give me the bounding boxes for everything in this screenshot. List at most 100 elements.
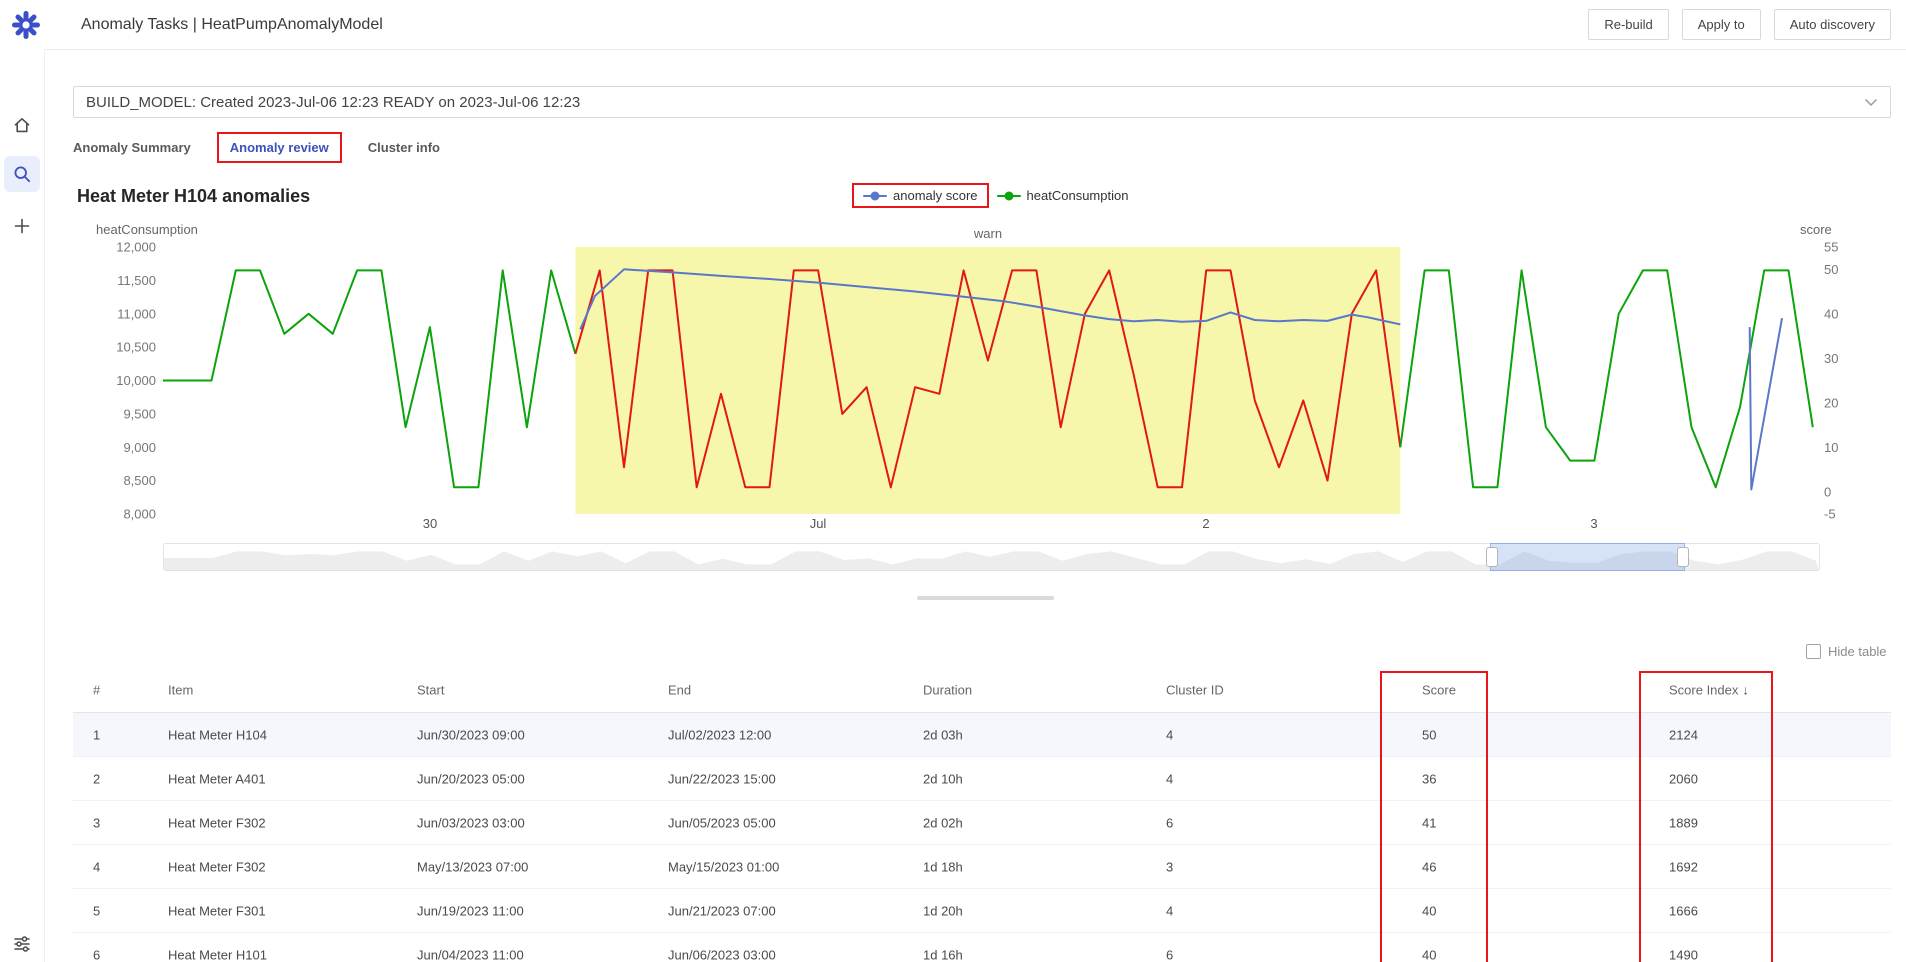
tab-cluster-info[interactable]: Cluster info (368, 140, 440, 155)
anomaly-score-marker-icon (863, 195, 887, 197)
table-row[interactable]: 5Heat Meter F301Jun/19/2023 11:00Jun/21/… (73, 889, 1891, 933)
table-cell: 1889 (1669, 815, 1698, 830)
table-cell: 40 (1422, 947, 1436, 962)
left-axis-tick: 9,000 (123, 440, 156, 455)
left-axis-label: heatConsumption (96, 222, 198, 237)
left-axis-tick: 11,000 (117, 306, 156, 321)
navigator-right-handle[interactable] (1677, 547, 1689, 567)
table-cell: 5 (93, 903, 100, 918)
home-icon-glyph (12, 115, 32, 135)
left-axis-tick: 9,500 (123, 406, 156, 421)
table-row[interactable]: 4Heat Meter F302May/13/2023 07:00May/15/… (73, 845, 1891, 889)
table-cell: 2d 10h (923, 771, 963, 786)
home-icon[interactable] (4, 107, 40, 143)
warn-region (575, 247, 1400, 514)
table-cell: Jun/30/2023 09:00 (417, 727, 525, 742)
hide-table-label[interactable]: Hide table (1828, 644, 1887, 659)
apply-to-button[interactable]: Apply to (1682, 9, 1761, 40)
left-axis-tick: 8,000 (123, 507, 156, 522)
chart-title: Heat Meter H104 anomalies (77, 186, 310, 207)
table-cell: 4 (93, 859, 100, 874)
splitter-handle[interactable] (917, 596, 1054, 600)
table-header-row: # Item Start End Duration Cluster ID Score Scor… (73, 668, 1891, 713)
anomaly-table: # Item Start End Duration Cluster ID Score Scor… (73, 668, 1891, 962)
table-cell: Jun/04/2023 11:00 (417, 947, 524, 962)
column-header-start[interactable]: Start (417, 683, 444, 698)
table-cell: 3 (1166, 859, 1173, 874)
filters-icon[interactable] (4, 926, 40, 962)
table-cell: May/15/2023 01:00 (668, 859, 779, 874)
column-header-duration[interactable]: Duration (923, 683, 972, 698)
tab-anomaly-review[interactable]: Anomaly review (217, 132, 342, 163)
table-cell: 1 (93, 727, 100, 742)
left-axis-tick: 11,500 (117, 273, 156, 288)
column-header--[interactable]: # (93, 683, 100, 698)
table-cell: 2124 (1669, 727, 1698, 742)
model-selector[interactable]: BUILD_MODEL: Created 2023-Jul-06 12:23 R… (73, 86, 1891, 118)
anomaly-chart[interactable]: warnheatConsumptionscore12,00011,50011,0… (0, 220, 1906, 540)
table-cell: Jun/22/2023 15:00 (668, 771, 776, 786)
table-cell: 6 (1166, 815, 1173, 830)
table-row[interactable]: 6Heat Meter H101Jun/04/2023 11:00Jun/06/… (73, 933, 1891, 962)
column-header-item[interactable]: Item (168, 683, 193, 698)
legend-heat-consumption-label: heatConsumption (1027, 188, 1129, 203)
heat-consumption-line (163, 270, 575, 487)
right-axis-tick: 20 (1824, 395, 1838, 410)
chart-navigator[interactable] (163, 543, 1820, 571)
hide-table-control[interactable]: Hide table (1806, 644, 1887, 659)
chart-canvas[interactable]: warnheatConsumptionscore12,00011,50011,0… (0, 220, 1906, 540)
table-cell: 2060 (1669, 771, 1698, 786)
table-row[interactable]: 3Heat Meter F302Jun/03/2023 03:00Jun/05/… (73, 801, 1891, 845)
x-axis-tick: 3 (1590, 516, 1597, 531)
table-cell: Jun/20/2023 05:00 (417, 771, 525, 786)
legend-anomaly-score[interactable]: anomaly score (852, 183, 989, 208)
right-axis-tick: 40 (1824, 306, 1838, 321)
auto-discovery-button[interactable]: Auto discovery (1774, 9, 1891, 40)
table-row[interactable]: 1Heat Meter H104Jun/30/2023 09:00Jul/02/… (73, 713, 1891, 757)
column-header-score[interactable]: Score (1422, 683, 1456, 698)
navigator-selection[interactable] (1490, 543, 1685, 571)
chart-legend: anomaly score heatConsumption (852, 183, 1128, 208)
sort-descending-icon[interactable]: ↓ (1742, 683, 1749, 698)
anomaly-score-line (1750, 318, 1782, 489)
table-cell: 41 (1422, 815, 1436, 830)
table-cell: 1d 18h (923, 859, 963, 874)
tab-anomaly-summary[interactable]: Anomaly Summary (73, 140, 191, 155)
rebuild-button[interactable]: Re-build (1588, 9, 1668, 40)
table-cell: 1490 (1669, 947, 1698, 962)
x-axis-tick: 2 (1202, 516, 1209, 531)
table-cell: 4 (1166, 727, 1173, 742)
left-axis-tick: 8,500 (123, 473, 156, 488)
left-axis-tick: 10,000 (116, 373, 156, 388)
table-cell: 2d 03h (923, 727, 963, 742)
app-logo-icon[interactable] (10, 9, 42, 41)
column-header-end[interactable]: End (668, 683, 691, 698)
search-icon[interactable] (4, 156, 40, 192)
top-bar: Anomaly Tasks | HeatPumpAnomalyModel Re-… (0, 0, 1906, 50)
left-axis-tick: 12,000 (116, 240, 156, 255)
model-selector-text: BUILD_MODEL: Created 2023-Jul-06 12:23 R… (86, 94, 580, 111)
table-row[interactable]: 2 Heat Meter A401 Jun/20/2023 05:00 Jun/22/… (73, 757, 1891, 801)
table-cell: Jul/02/2023 12:00 (668, 727, 771, 742)
page-title: Anomaly Tasks | HeatPumpAnomalyModel (81, 0, 383, 49)
table-cell: 2 (93, 771, 100, 786)
table-cell: 36 (1422, 771, 1436, 786)
x-axis-tick: 30 (423, 516, 437, 531)
table-cell: May/13/2023 07:00 (417, 859, 528, 874)
topbar-actions: Re-build Apply to Auto discovery (1588, 9, 1891, 40)
right-axis-tick: 10 (1824, 440, 1838, 455)
sliders-icon-glyph (12, 934, 32, 954)
column-header-cluster-id[interactable]: Cluster ID (1166, 683, 1224, 698)
column-header-score-index[interactable]: Score Index↓ (1669, 683, 1749, 698)
legend-anomaly-score-label: anomaly score (893, 188, 978, 203)
warn-label: warn (973, 226, 1002, 241)
table-cell: 6 (93, 947, 100, 962)
table-cell: Jun/05/2023 05:00 (668, 815, 776, 830)
table-cell: 1d 20h (923, 903, 963, 918)
table-cell: Heat Meter A401 (168, 771, 266, 786)
navigator-left-handle[interactable] (1486, 547, 1498, 567)
hide-table-checkbox[interactable] (1806, 644, 1821, 659)
legend-heat-consumption[interactable]: heatConsumption (997, 188, 1129, 203)
table-cell: 1d 16h (923, 947, 963, 962)
table-cell: Jun/21/2023 07:00 (668, 903, 776, 918)
